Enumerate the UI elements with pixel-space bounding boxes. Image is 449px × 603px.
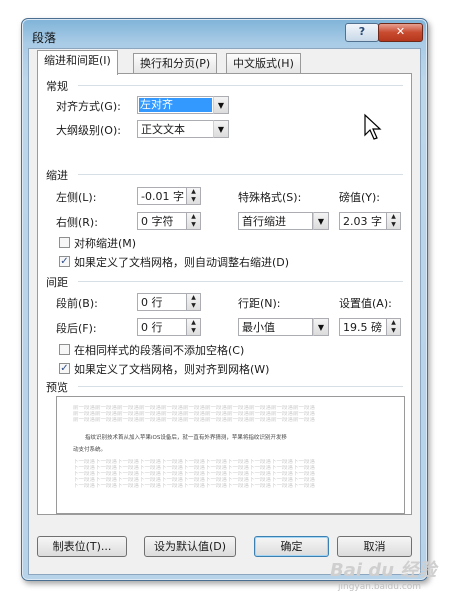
help-button[interactable]: ? [345,23,379,42]
spin-down-icon[interactable]: ▼ [387,327,400,335]
by-input[interactable]: 2.03 字 [339,212,387,230]
spin-down-icon[interactable]: ▼ [187,196,200,204]
spin-down-icon[interactable]: ▼ [187,221,200,229]
preview-sample-line1: 指纹识别技术首从加入苹果iOS设备后，就一直有外界猜测，苹果将指纹识别开发移 [85,435,287,441]
special-select[interactable]: 首行缩进 [238,212,313,230]
indent-left-input[interactable]: -0.01 字 [137,187,187,205]
chevron-down-icon[interactable]: ▼ [213,96,229,114]
tab-panel: 常规 对齐方式(G): 左对齐 ▼ 大纲级别(O): 正文文本 ▼ 缩进 左侧(… [37,73,412,515]
spin-down-icon[interactable]: ▼ [187,302,200,310]
dialog-client: 缩进和间距(I) 换行和分页(P) 中文版式(H) 常规 对齐方式(G): 左对… [28,48,421,575]
mirror-indents-checkbox[interactable] [59,237,70,248]
section-general: 常规 [46,78,72,94]
chevron-down-icon[interactable]: ▼ [313,212,329,230]
divider [78,386,403,387]
spin-down-icon[interactable]: ▼ [387,221,400,229]
divider [78,85,403,86]
section-spacing: 间距 [46,274,72,290]
paragraph-dialog: 段落 ? ✕ 缩进和间距(I) 换行和分页(P) 中文版式(H) 常规 对齐方式… [21,18,428,581]
line-spacing-label: 行距(N): [238,297,281,310]
no-space-checkbox[interactable] [59,344,70,355]
snap-grid-checkbox[interactable]: ✓ [59,363,70,374]
special-label: 特殊格式(S): [238,191,302,204]
alignment-select[interactable]: 左对齐 [137,96,214,114]
tab-indents-spacing[interactable]: 缩进和间距(I) [37,50,118,75]
indent-right-spinner[interactable]: ▲ ▼ [187,212,201,230]
indent-left-label: 左侧(L): [56,191,97,204]
at-label: 设置值(A): [339,297,392,310]
section-indentation: 缩进 [46,167,72,183]
by-spinner[interactable]: ▲ ▼ [387,212,401,230]
spacing-before-spinner[interactable]: ▲ ▼ [187,293,201,311]
divider [78,174,403,175]
spin-up-icon[interactable]: ▲ [187,294,200,302]
snap-grid-label: 如果定义了文档网格，则对齐到网格(W) [74,363,270,376]
at-spinner[interactable]: ▲ ▼ [387,318,401,336]
spin-down-icon[interactable]: ▼ [187,327,200,335]
at-input[interactable]: 19.5 磅 [339,318,387,336]
spacing-after-spinner[interactable]: ▲ ▼ [187,318,201,336]
auto-adjust-checkbox[interactable]: ✓ [59,256,70,267]
divider [78,281,403,282]
spin-up-icon[interactable]: ▲ [187,319,200,327]
set-default-button[interactable]: 设为默认值(D) [144,536,236,557]
mirror-indents-label: 对称缩进(M) [74,237,137,250]
baidu-watermark-url: jingyan.baidu.com [338,582,422,592]
outline-level-label: 大纲级别(O): [56,124,121,137]
tab-line-page-breaks[interactable]: 换行和分页(P) [133,53,218,74]
preview-box: 前一段落前一段落前一段落前一段落前一段落前一段落前一段落前一段落前一段落前一段落… [56,396,405,514]
chevron-down-icon[interactable]: ▼ [313,318,329,336]
no-space-label: 在相同样式的段落间不添加空格(C) [74,344,245,357]
indent-right-input[interactable]: 0 字符 [137,212,187,230]
preview-next-paragraph: 下一段落下一段落下一段落下一段落下一段落下一段落下一段落下一段落下一段落下一段落… [73,483,316,489]
ok-button[interactable]: 确定 [254,536,329,557]
spacing-after-input[interactable]: 0 行 [137,318,187,336]
spin-up-icon[interactable]: ▲ [387,319,400,327]
preview-sample-line2: 动支付系统。 [73,447,107,453]
outline-level-select[interactable]: 正文文本 [137,120,214,138]
tab-asian-typography[interactable]: 中文版式(H) [226,53,301,74]
spacing-after-label: 段后(F): [56,322,97,335]
auto-adjust-label: 如果定义了文档网格，则自动调整右缩进(D) [74,256,290,269]
by-label: 磅值(Y): [339,191,381,204]
indent-right-label: 右侧(R): [56,216,98,229]
mouse-cursor-icon [364,113,382,140]
alignment-selected-value: 左对齐 [139,98,212,112]
alignment-label: 对齐方式(G): [56,100,121,113]
spin-up-icon[interactable]: ▲ [387,213,400,221]
baidu-watermark: Bai du 经验 [330,560,437,581]
line-spacing-select[interactable]: 最小值 [238,318,313,336]
spin-up-icon[interactable]: ▲ [187,188,200,196]
spacing-before-input[interactable]: 0 行 [137,293,187,311]
spacing-before-label: 段前(B): [56,297,98,310]
dialog-title: 段落 [32,31,57,45]
spin-up-icon[interactable]: ▲ [187,213,200,221]
section-preview: 预览 [46,379,72,395]
cancel-button[interactable]: 取消 [337,536,412,557]
indent-left-spinner[interactable]: ▲ ▼ [187,187,201,205]
chevron-down-icon[interactable]: ▼ [213,120,229,138]
close-button[interactable]: ✕ [378,23,423,42]
preview-prev-paragraph: 前一段落前一段落前一段落前一段落前一段落前一段落前一段落前一段落前一段落前一段落… [73,417,316,423]
tabs-button[interactable]: 制表位(T)... [37,536,127,557]
